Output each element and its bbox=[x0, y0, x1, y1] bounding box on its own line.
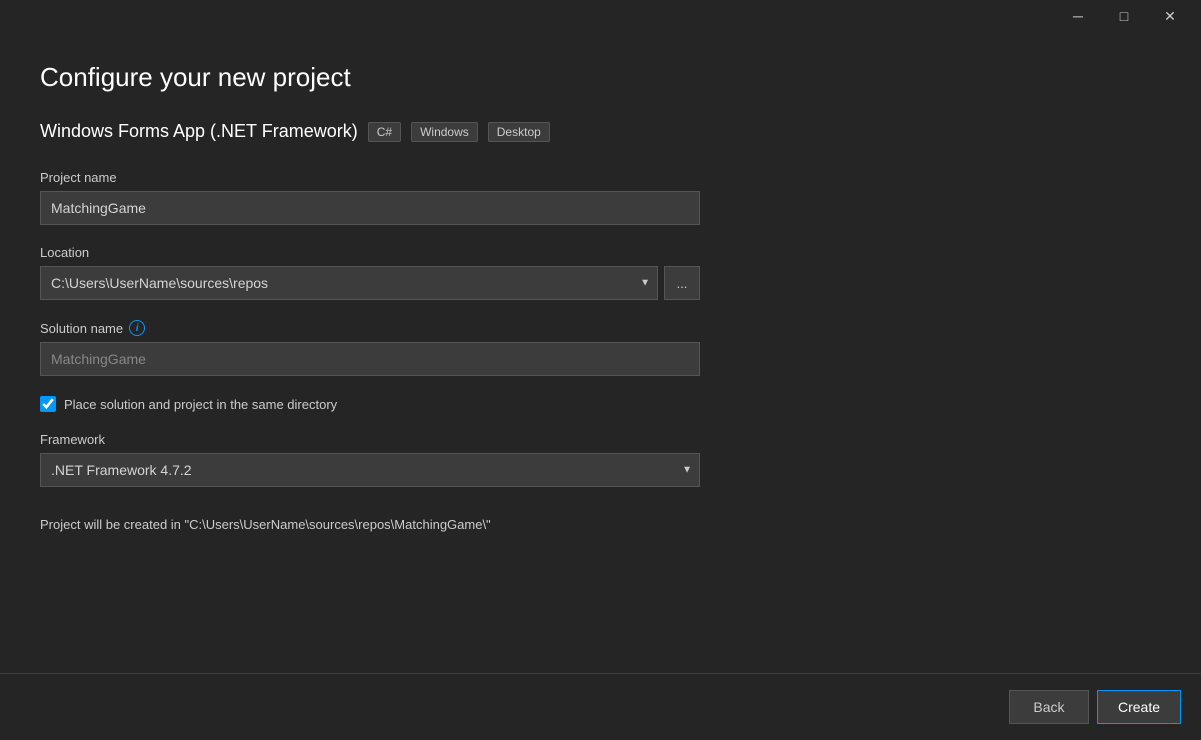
solution-name-label: Solution name i bbox=[40, 320, 1161, 336]
main-content: Configure your new project Windows Forms… bbox=[0, 32, 1201, 673]
title-bar: ─ □ ✕ bbox=[0, 0, 1201, 32]
project-name-input[interactable] bbox=[40, 191, 700, 225]
location-group: Location C:\Users\UserName\sources\repos… bbox=[40, 245, 1161, 300]
create-button[interactable]: Create bbox=[1097, 690, 1181, 724]
tag-desktop: Desktop bbox=[488, 122, 550, 142]
browse-button[interactable]: ... bbox=[664, 266, 700, 300]
location-row: C:\Users\UserName\sources\repos ▼ ... bbox=[40, 266, 1161, 300]
project-name-label: Project name bbox=[40, 170, 1161, 185]
tag-windows: Windows bbox=[411, 122, 478, 142]
same-directory-label[interactable]: Place solution and project in the same d… bbox=[64, 397, 337, 412]
page-title: Configure your new project bbox=[40, 62, 1161, 93]
tag-csharp: C# bbox=[368, 122, 401, 142]
project-type-name: Windows Forms App (.NET Framework) bbox=[40, 121, 358, 142]
bottom-bar: Back Create bbox=[0, 673, 1201, 740]
project-name-group: Project name bbox=[40, 170, 1161, 225]
maximize-button[interactable]: □ bbox=[1101, 0, 1147, 32]
minimize-button[interactable]: ─ bbox=[1055, 0, 1101, 32]
framework-select-wrapper: .NET Framework 4.7.2 .NET Framework 4.8 … bbox=[40, 453, 700, 487]
project-type-row: Windows Forms App (.NET Framework) C# Wi… bbox=[40, 121, 1161, 142]
back-button[interactable]: Back bbox=[1009, 690, 1089, 724]
location-select-wrapper: C:\Users\UserName\sources\repos ▼ bbox=[40, 266, 658, 300]
same-directory-checkbox-row: Place solution and project in the same d… bbox=[40, 396, 1161, 412]
close-button[interactable]: ✕ bbox=[1147, 0, 1193, 32]
location-label: Location bbox=[40, 245, 1161, 260]
framework-select[interactable]: .NET Framework 4.7.2 .NET Framework 4.8 … bbox=[40, 453, 700, 487]
main-window: ─ □ ✕ Configure your new project Windows… bbox=[0, 0, 1201, 740]
same-directory-checkbox[interactable] bbox=[40, 396, 56, 412]
solution-name-input[interactable] bbox=[40, 342, 700, 376]
solution-name-group: Solution name i bbox=[40, 320, 1161, 376]
project-path-info: Project will be created in "C:\Users\Use… bbox=[40, 517, 1161, 532]
framework-group: Framework .NET Framework 4.7.2 .NET Fram… bbox=[40, 432, 1161, 487]
framework-label: Framework bbox=[40, 432, 1161, 447]
solution-name-info-icon[interactable]: i bbox=[129, 320, 145, 336]
location-select[interactable]: C:\Users\UserName\sources\repos bbox=[40, 266, 658, 300]
